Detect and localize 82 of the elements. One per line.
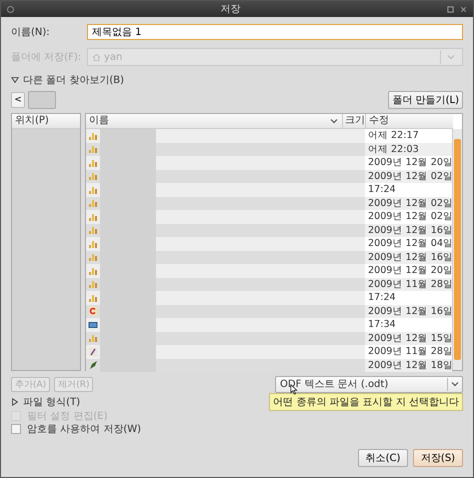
name-field[interactable]: 제목없음 1 — [87, 24, 463, 40]
file-row[interactable]: 2009년 12월 18일 — [86, 358, 452, 372]
chevron-icon — [451, 381, 459, 387]
create-folder-button[interactable]: 폴더 만들기(L) — [388, 91, 463, 109]
chart-icon — [88, 212, 98, 222]
blurred-name — [100, 358, 156, 372]
modified-cell: 2009년 11월 28일 — [365, 345, 452, 358]
file-row[interactable]: 2009년 12월 02일 — [86, 170, 452, 183]
column-header[interactable]: 위치(P) — [12, 114, 80, 129]
chart-icon — [88, 225, 98, 235]
file-row[interactable]: 17:24 — [86, 291, 452, 304]
file-row[interactable]: 2009년 12월 15일 — [86, 332, 452, 345]
close-icon[interactable] — [460, 6, 467, 12]
chart-icon — [88, 266, 98, 276]
chart-icon — [88, 252, 98, 262]
modified-cell: 2009년 12월 18일 — [365, 358, 452, 372]
chart-icon — [88, 130, 98, 140]
dialog-button[interactable]: 취소(C) — [358, 449, 408, 467]
home-icon — [92, 52, 101, 62]
triangle-icon — [11, 398, 19, 406]
chart-icon — [88, 238, 98, 248]
name-label: 이름(N): — [11, 26, 51, 39]
tooltip: 어떤 종류의 파일을 표시할 지 선택합니다 — [269, 392, 463, 410]
document-icon — [88, 306, 98, 316]
window-title: 저장 — [220, 3, 242, 16]
window-menu-icon[interactable] — [7, 6, 14, 12]
chart-icon — [88, 158, 98, 168]
chart-icon — [88, 144, 98, 154]
column-header[interactable]: 크기 — [343, 114, 366, 128]
modified-cell: 2009년 12월 16일 — [365, 304, 452, 318]
browse-expander[interactable]: 다른 폴더 찾아보기(B) — [11, 71, 124, 89]
modified-cell: 어제 22:03 — [365, 142, 452, 156]
modified-cell: 2009년 12월 16일 — [365, 224, 452, 237]
modified-cell: 2009년 12월 15일 — [365, 332, 452, 345]
file-row[interactable]: 2009년 12월 20일 — [86, 264, 452, 278]
chart-icon — [88, 279, 98, 289]
column-header[interactable]: 수정 — [366, 114, 453, 128]
triangle-icon — [11, 76, 19, 84]
modified-cell: 2009년 12월 02일 — [365, 196, 452, 210]
checkbox[interactable] — [11, 424, 21, 434]
file-row[interactable]: 2009년 12월 16일 — [86, 250, 452, 264]
modified-cell: 어제 22:17 — [365, 129, 452, 142]
modified-cell: 2009년 12월 02일 — [365, 170, 452, 183]
file-row[interactable]: 2009년 11월 28일 — [86, 345, 452, 358]
chevron-icon — [447, 54, 455, 60]
image-icon — [88, 320, 98, 330]
file-row[interactable]: 2009년 12월 20일 — [86, 156, 452, 170]
modified-cell: 2009년 12월 04일 — [365, 237, 452, 250]
chart-icon — [88, 333, 98, 343]
modified-cell: 17:34 — [365, 318, 452, 332]
modified-cell: 17:24 — [365, 291, 452, 304]
file-row[interactable]: 어제 22:17 — [86, 129, 452, 142]
file-row[interactable]: 2009년 12월 02일 — [86, 196, 452, 210]
modified-cell: 2009년 12월 16일 — [365, 250, 452, 264]
checkbox-label: 암호를 사용하여 저장(W) — [27, 422, 142, 436]
file-type-dropdown[interactable]: ODF 텍스트 문서 (.odt) — [275, 376, 463, 392]
file-row[interactable]: 17:24 — [86, 183, 452, 196]
dialog-button[interactable]: 저장(S) — [413, 449, 463, 467]
modified-cell: 2009년 12월 02일 — [365, 210, 452, 224]
chart-icon — [88, 171, 98, 181]
sort-icon — [330, 118, 338, 124]
modified-cell: 17:24 — [365, 183, 452, 196]
file-type-expander[interactable]: 파일 형식(T) — [11, 395, 80, 409]
chart-icon — [88, 184, 98, 194]
file-row[interactable]: 2009년 12월 16일 — [86, 224, 452, 237]
maximize-icon[interactable] — [447, 6, 454, 12]
modified-cell: 2009년 12월 20일 — [365, 264, 452, 278]
file-row[interactable]: 2009년 12월 16일 — [86, 304, 452, 318]
file-row[interactable]: 어제 22:03 — [86, 142, 452, 156]
chart-icon — [88, 292, 98, 302]
file-row[interactable]: 2009년 12월 04일 — [86, 237, 452, 250]
path-button[interactable] — [28, 91, 56, 109]
pen-icon — [88, 346, 98, 356]
scrollbar[interactable] — [452, 129, 462, 370]
file-row[interactable]: 17:34 — [86, 318, 452, 332]
modified-cell: 2009년 12월 20일 — [365, 156, 452, 170]
file-row[interactable]: 2009년 11월 28일 — [86, 278, 452, 291]
column-header[interactable]: 이름 — [86, 114, 343, 128]
modified-cell: 2009년 11월 28일 — [365, 278, 452, 291]
chart-icon — [88, 198, 98, 208]
file-row[interactable]: 2009년 12월 02일 — [86, 210, 452, 224]
back-button[interactable]: < — [11, 92, 25, 108]
